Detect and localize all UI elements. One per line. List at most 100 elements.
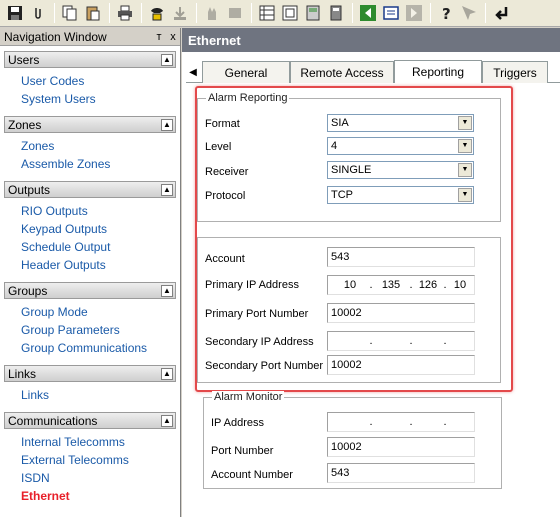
back-icon[interactable] <box>357 2 379 24</box>
nav-item-internal-telecomms[interactable]: Internal Telecomms <box>21 433 180 451</box>
keypad-icon[interactable] <box>302 2 324 24</box>
ip-dot: . <box>369 416 373 428</box>
account-input[interactable]: 543 <box>327 247 475 267</box>
ip-octet[interactable]: 10 <box>332 276 368 294</box>
chevron-up-icon[interactable]: ▲ <box>161 367 173 380</box>
nav-item-group-mode[interactable]: Group Mode <box>21 303 180 321</box>
format-select[interactable]: SIA ▼ <box>327 114 474 132</box>
tab-general[interactable]: General <box>202 61 290 83</box>
navigation-window-title: Navigation Window <box>4 29 107 44</box>
protocol-label: Protocol <box>205 190 246 202</box>
separator <box>352 3 353 23</box>
monitor-ip-input[interactable]: . . . <box>327 412 475 432</box>
save-icon[interactable] <box>4 2 26 24</box>
download-icon[interactable] <box>169 2 191 24</box>
copy-icon[interactable] <box>59 2 81 24</box>
chevron-up-icon[interactable]: ▲ <box>161 284 173 297</box>
tab-reporting[interactable]: Reporting <box>394 60 482 83</box>
ip-octet[interactable]: 126 <box>414 276 442 294</box>
tab-remote-access[interactable]: Remote Access <box>290 61 394 83</box>
nav-item-links[interactable]: Links <box>21 386 180 404</box>
nav-item-zones[interactable]: Zones <box>21 137 180 155</box>
nav-group-links[interactable]: Links ▲ <box>4 365 176 382</box>
receiver-select[interactable]: SINGLE ▼ <box>327 161 474 179</box>
phone-icon[interactable] <box>146 2 168 24</box>
nav-group-items: User Codes System Users <box>0 68 180 108</box>
nav-group-zones[interactable]: Zones ▲ <box>4 116 176 133</box>
chevron-down-icon[interactable]: ▼ <box>458 188 472 202</box>
nav-item-system-users[interactable]: System Users <box>21 90 180 108</box>
nav-item-schedule-output[interactable]: Schedule Output <box>21 238 180 256</box>
account-label: Account <box>205 253 245 265</box>
nav-item-rio-outputs[interactable]: RIO Outputs <box>21 202 180 220</box>
ip-dot: . <box>409 416 413 428</box>
format-value: SIA <box>331 117 349 129</box>
tab-triggers[interactable]: Triggers <box>482 61 548 83</box>
monitor-port-label: Port Number <box>211 445 274 457</box>
chevron-up-icon[interactable]: ▲ <box>161 118 173 131</box>
primary-port-label: Primary Port Number <box>205 308 309 320</box>
tab-scroll-left-icon[interactable]: ◀ <box>186 61 200 83</box>
screen-icon[interactable] <box>279 2 301 24</box>
chevron-down-icon[interactable]: ▼ <box>458 116 472 130</box>
help-icon[interactable]: ? <box>435 2 457 24</box>
toolbar: ? <box>0 0 560 27</box>
nav-item-user-codes[interactable]: User Codes <box>21 72 180 90</box>
nav-group-items: Links <box>0 382 180 404</box>
grid-icon[interactable] <box>256 2 278 24</box>
chevron-up-icon[interactable]: ▲ <box>161 183 173 196</box>
forward-icon[interactable] <box>403 2 425 24</box>
chevron-down-icon[interactable]: ▼ <box>458 163 472 177</box>
secondary-port-input[interactable]: 10002 <box>327 355 475 375</box>
svg-text:?: ? <box>442 5 451 21</box>
nav-item-keypad-outputs[interactable]: Keypad Outputs <box>21 220 180 238</box>
monitor-port-input[interactable]: 10002 <box>327 437 475 457</box>
attach-icon[interactable] <box>27 2 49 24</box>
nav-item-external-telecomms[interactable]: External Telecomms <box>21 451 180 469</box>
hand-icon[interactable] <box>201 2 223 24</box>
chevron-down-icon[interactable]: ▼ <box>458 139 472 153</box>
calculator-icon[interactable] <box>325 2 347 24</box>
protocol-select[interactable]: TCP ▼ <box>327 186 474 204</box>
nav-item-group-communications[interactable]: Group Communications <box>21 339 180 357</box>
navigation-window-titlebar: Navigation Window ᴛ x <box>0 28 180 46</box>
primary-ip-input[interactable]: 10 . 135 . 126 . 10 <box>327 275 475 295</box>
level-select[interactable]: 4 ▼ <box>327 137 474 155</box>
ip-dot: . <box>409 335 413 347</box>
separator <box>196 3 197 23</box>
context-help-icon[interactable] <box>458 2 480 24</box>
close-icon[interactable]: x <box>166 31 180 43</box>
pin-icon[interactable]: ᴛ <box>152 31 166 43</box>
device-icon[interactable] <box>224 2 246 24</box>
enter-icon[interactable] <box>490 2 512 24</box>
nav-group-groups[interactable]: Groups ▲ <box>4 282 176 299</box>
nav-group-label: Outputs <box>8 182 51 197</box>
paste-icon[interactable] <box>82 2 104 24</box>
nav-group-label: Groups <box>8 283 48 298</box>
nav-item-assemble-zones[interactable]: Assemble Zones <box>21 155 180 173</box>
print-icon[interactable] <box>114 2 136 24</box>
receiver-value: SINGLE <box>331 164 372 176</box>
separator <box>109 3 110 23</box>
nav-item-isdn[interactable]: ISDN <box>21 469 180 487</box>
list-icon[interactable] <box>380 2 402 24</box>
chevron-up-icon[interactable]: ▲ <box>161 414 173 427</box>
ip-octet[interactable]: 135 <box>374 276 408 294</box>
nav-group-communications[interactable]: Communications ▲ <box>4 412 176 429</box>
nav-group-items: Group Mode Group Parameters Group Commun… <box>0 299 180 357</box>
primary-port-input[interactable]: 10002 <box>327 303 475 323</box>
nav-item-group-parameters[interactable]: Group Parameters <box>21 321 180 339</box>
nav-group-label: Communications <box>8 413 98 428</box>
secondary-ip-input[interactable]: . . . <box>327 331 475 351</box>
nav-group-outputs[interactable]: Outputs ▲ <box>4 181 176 198</box>
separator <box>54 3 55 23</box>
nav-item-ethernet[interactable]: Ethernet <box>21 487 180 505</box>
level-label: Level <box>205 141 232 153</box>
nav-group-users[interactable]: Users ▲ <box>4 51 176 68</box>
monitor-account-input[interactable]: 543 <box>327 463 475 483</box>
format-label: Format <box>205 118 240 130</box>
monitor-ip-label: IP Address <box>211 417 264 429</box>
ip-octet[interactable]: 10 <box>448 276 472 294</box>
nav-item-header-outputs[interactable]: Header Outputs <box>21 256 180 274</box>
chevron-up-icon[interactable]: ▲ <box>161 53 173 66</box>
